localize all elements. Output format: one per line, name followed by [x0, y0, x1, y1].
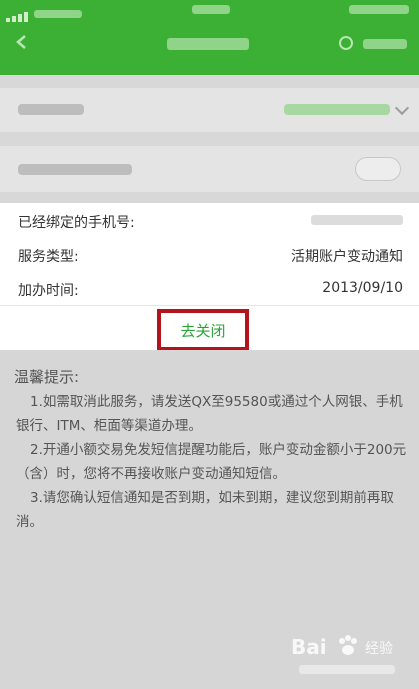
- sms-reminder-row: [0, 146, 419, 192]
- battery-icon: [349, 5, 409, 14]
- date-value: 2013/09/10: [322, 280, 403, 296]
- tip-item: 2.开通小额交易免发短信提醒功能后，账户变动金额小于200元（含）时，您将不再接…: [16, 442, 407, 482]
- binding-info: 已经绑定的手机号: 服务类型: 活期账户变动通知 加办时间: 2013/09/1…: [0, 203, 419, 305]
- back-button[interactable]: [14, 34, 30, 50]
- tips-section: 温馨提示: 1.如需取消此服务，请发送QX至95580或通过个人网银、手机银行、…: [0, 350, 419, 689]
- phone-row: 已经绑定的手机号:: [0, 203, 419, 237]
- tip-item: 1.如需取消此服务，请发送QX至95580或通过个人网银、手机银行、ITM、柜面…: [16, 394, 403, 434]
- chevron-down-icon: [394, 100, 410, 116]
- date-label: 加办时间:: [18, 283, 79, 299]
- sms-reminder-toggle[interactable]: [355, 157, 401, 181]
- status-time: [192, 5, 230, 14]
- watermark-tail: 经验: [365, 641, 393, 657]
- baidu-watermark: Bai 经验: [291, 635, 411, 683]
- service-label: 服务类型:: [18, 249, 79, 265]
- menu-icon: [339, 36, 353, 50]
- date-row: 加办时间: 2013/09/10: [0, 271, 419, 305]
- account-value: [284, 104, 390, 115]
- close-service-button[interactable]: 去关闭: [157, 309, 249, 351]
- close-row: 去关闭: [0, 305, 419, 351]
- nav-menu-label: [363, 39, 407, 49]
- account-select-row[interactable]: [0, 88, 419, 132]
- tips-body: 1.如需取消此服务，请发送QX至95580或通过个人网银、手机银行、ITM、柜面…: [16, 390, 408, 534]
- sms-reminder-label: [18, 164, 132, 175]
- page-title: [167, 38, 249, 50]
- nav-menu-button[interactable]: [339, 36, 409, 52]
- service-value: 活期账户变动通知: [291, 249, 403, 265]
- paw-icon: [339, 635, 357, 655]
- phone-value-obscured: [311, 215, 403, 225]
- phone-label: 已经绑定的手机号:: [18, 215, 135, 231]
- app-header: [0, 0, 419, 75]
- watermark-url: [299, 665, 395, 674]
- status-bar: [0, 0, 419, 22]
- watermark-logo: Bai: [291, 635, 327, 659]
- tips-title: 温馨提示:: [14, 368, 80, 386]
- account-label: [18, 104, 84, 115]
- chevron-left-icon: [16, 35, 26, 49]
- service-row: 服务类型: 活期账户变动通知: [0, 237, 419, 271]
- signal-icon: [6, 3, 96, 22]
- tip-item: 3.请您确认短信通知是否到期，如未到期，建议您到期前再取消。: [16, 490, 394, 530]
